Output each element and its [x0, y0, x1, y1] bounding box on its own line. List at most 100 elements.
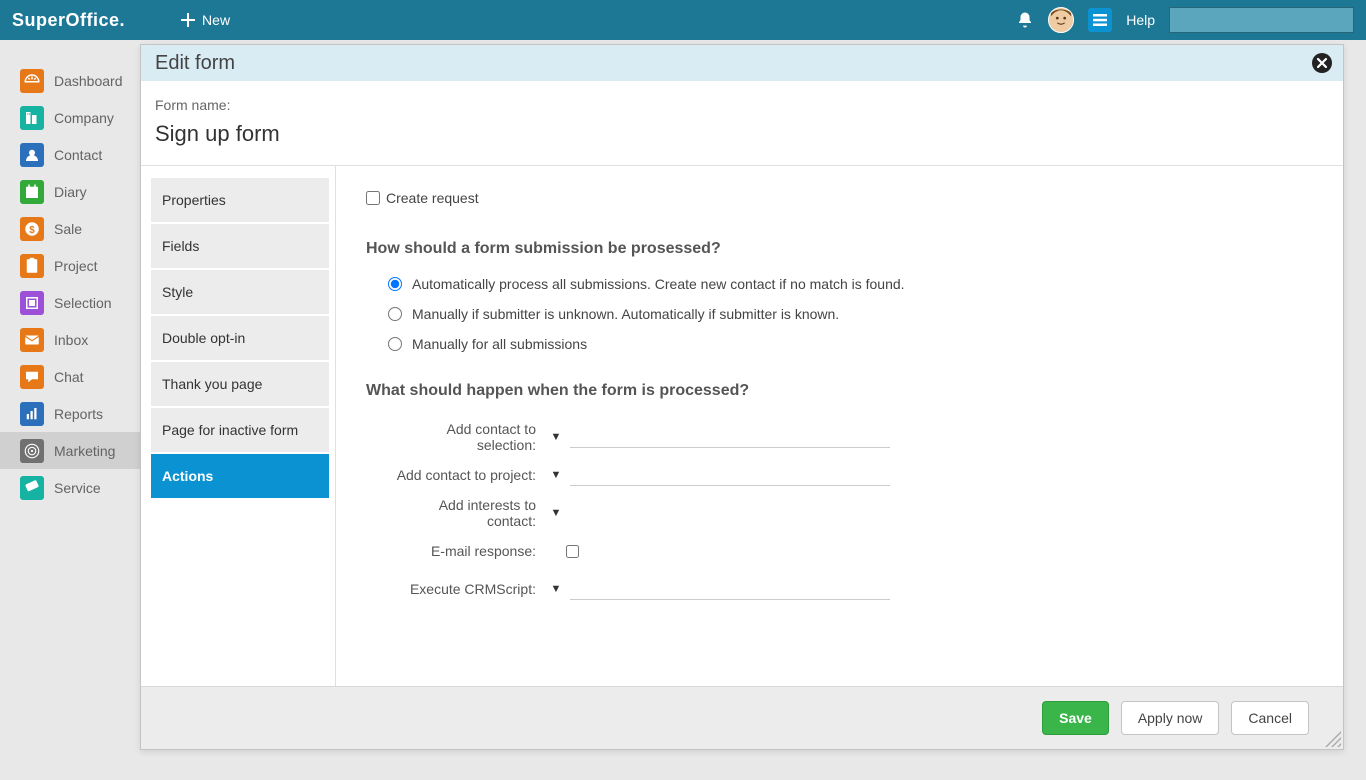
- new-button[interactable]: New: [180, 12, 230, 28]
- save-button[interactable]: Save: [1042, 701, 1109, 735]
- processing-radio-2[interactable]: [388, 337, 402, 351]
- user-face-icon: [1049, 7, 1073, 33]
- company-icon: [20, 106, 44, 130]
- sidebar-item-label: Inbox: [54, 332, 88, 348]
- processing-option-0[interactable]: Automatically process all submissions. C…: [388, 276, 1313, 292]
- dashboard-icon: [20, 69, 44, 93]
- processing-option-label: Manually for all submissions: [412, 336, 587, 352]
- sidebar-item-sale[interactable]: $ Sale: [0, 210, 140, 247]
- processing-radio-1[interactable]: [388, 307, 402, 321]
- dropdown-arrow-icon[interactable]: ▼: [546, 583, 566, 595]
- tabs-column: PropertiesFieldsStyleDouble opt-inThank …: [141, 166, 336, 686]
- tab-actions[interactable]: Actions: [151, 454, 329, 498]
- processing-option-label: Manually if submitter is unknown. Automa…: [412, 306, 839, 322]
- plus-icon: [180, 12, 196, 28]
- field-input-4[interactable]: [570, 578, 890, 600]
- field-row-1: Add contact to project:▼: [386, 456, 1313, 494]
- tab-fields[interactable]: Fields: [151, 224, 329, 268]
- processing-option-2[interactable]: Manually for all submissions: [388, 336, 1313, 352]
- field-input-1[interactable]: [570, 464, 890, 486]
- sidebar-item-chat[interactable]: Chat: [0, 358, 140, 395]
- search-box[interactable]: [1169, 7, 1354, 33]
- project-icon: [20, 254, 44, 278]
- sidebar-item-label: Service: [54, 480, 101, 496]
- help-link[interactable]: Help: [1126, 12, 1155, 28]
- sidebar-item-label: Selection: [54, 295, 112, 311]
- create-request-checkbox[interactable]: [366, 191, 380, 205]
- reports-icon: [20, 402, 44, 426]
- contact-icon: [20, 143, 44, 167]
- sidebar-item-label: Marketing: [54, 443, 115, 459]
- field-row-3: E-mail response:: [386, 532, 1313, 570]
- apply-button[interactable]: Apply now: [1121, 701, 1220, 735]
- sidebar-item-label: Project: [54, 258, 98, 274]
- cancel-button[interactable]: Cancel: [1231, 701, 1309, 735]
- modal-header: Edit form: [141, 45, 1343, 81]
- notifications-button[interactable]: [1016, 11, 1034, 29]
- avatar[interactable]: [1048, 7, 1074, 33]
- service-icon: [20, 476, 44, 500]
- sidebar-item-reports[interactable]: Reports: [0, 395, 140, 432]
- sidebar-item-label: Diary: [54, 184, 87, 200]
- processing-option-label: Automatically process all submissions. C…: [412, 276, 905, 292]
- dropdown-arrow-icon[interactable]: ▼: [546, 507, 566, 519]
- create-request-label: Create request: [386, 190, 479, 206]
- new-label: New: [202, 12, 230, 28]
- field-checkbox-3[interactable]: [566, 545, 579, 558]
- field-row-2: Add interests to contact:▼: [386, 494, 1313, 532]
- tab-double-opt-in[interactable]: Double opt-in: [151, 316, 329, 360]
- resize-grip-icon[interactable]: [1325, 731, 1341, 747]
- field-input-0[interactable]: [570, 426, 890, 448]
- sidebar-item-diary[interactable]: Diary: [0, 173, 140, 210]
- field-label: Add interests to contact:: [386, 497, 546, 529]
- sidebar-item-inbox[interactable]: Inbox: [0, 321, 140, 358]
- bell-icon: [1016, 11, 1034, 29]
- edit-form-modal: Edit form Form name: Sign up form Proper…: [140, 44, 1344, 750]
- tab-style[interactable]: Style: [151, 270, 329, 314]
- sale-icon: $: [20, 217, 44, 241]
- sidebar-item-label: Dashboard: [54, 73, 123, 89]
- inbox-icon: [20, 328, 44, 352]
- create-request-row[interactable]: Create request: [366, 190, 1313, 206]
- field-label: E-mail response:: [386, 543, 546, 559]
- logo: SuperOffice.: [12, 10, 125, 31]
- sidebar-item-selection[interactable]: Selection: [0, 284, 140, 321]
- sidebar-item-company[interactable]: Company: [0, 99, 140, 136]
- tab-properties[interactable]: Properties: [151, 178, 329, 222]
- marketing-icon: [20, 439, 44, 463]
- modal-footer: Save Apply now Cancel: [141, 686, 1343, 749]
- sidebar-item-label: Company: [54, 110, 114, 126]
- form-name-label: Form name:: [155, 97, 1329, 113]
- sidebar-item-label: Reports: [54, 406, 103, 422]
- search-input[interactable]: [1178, 13, 1355, 28]
- tab-page-for-inactive-form[interactable]: Page for inactive form: [151, 408, 329, 452]
- sidebar-item-project[interactable]: Project: [0, 247, 140, 284]
- hamburger-icon: [1088, 8, 1112, 32]
- field-row-4: Execute CRMScript:▼: [386, 570, 1313, 608]
- field-grid: Add contact to selection:▼Add contact to…: [366, 418, 1313, 608]
- menu-button[interactable]: [1088, 8, 1112, 32]
- processing-radio-group: Automatically process all submissions. C…: [366, 276, 1313, 352]
- processing-option-1[interactable]: Manually if submitter is unknown. Automa…: [388, 306, 1313, 322]
- sidebar-item-contact[interactable]: Contact: [0, 136, 140, 173]
- processing-radio-0[interactable]: [388, 277, 402, 291]
- diary-icon: [20, 180, 44, 204]
- dropdown-arrow-icon[interactable]: ▼: [546, 431, 566, 443]
- processing-question-title: How should a form submission be prosesse…: [366, 240, 1313, 258]
- sidebar-item-label: Contact: [54, 147, 102, 163]
- field-label: Execute CRMScript:: [386, 581, 546, 597]
- sidebar-item-marketing[interactable]: Marketing: [0, 432, 140, 469]
- close-icon: [1311, 52, 1333, 74]
- dropdown-arrow-icon[interactable]: ▼: [546, 469, 566, 481]
- tab-thank-you-page[interactable]: Thank you page: [151, 362, 329, 406]
- form-name-value: Sign up form: [155, 121, 1329, 147]
- processed-question-title: What should happen when the form is proc…: [366, 382, 1313, 400]
- content-panel: Create request How should a form submiss…: [336, 166, 1343, 686]
- field-label: Add contact to selection:: [386, 421, 546, 453]
- close-button[interactable]: [1311, 52, 1333, 74]
- sidebar-item-dashboard[interactable]: Dashboard: [0, 62, 140, 99]
- modal-title: Edit form: [155, 52, 235, 75]
- form-name-section: Form name: Sign up form: [141, 81, 1343, 166]
- sidebar-item-service[interactable]: Service: [0, 469, 140, 506]
- sidebar-item-label: Sale: [54, 221, 82, 237]
